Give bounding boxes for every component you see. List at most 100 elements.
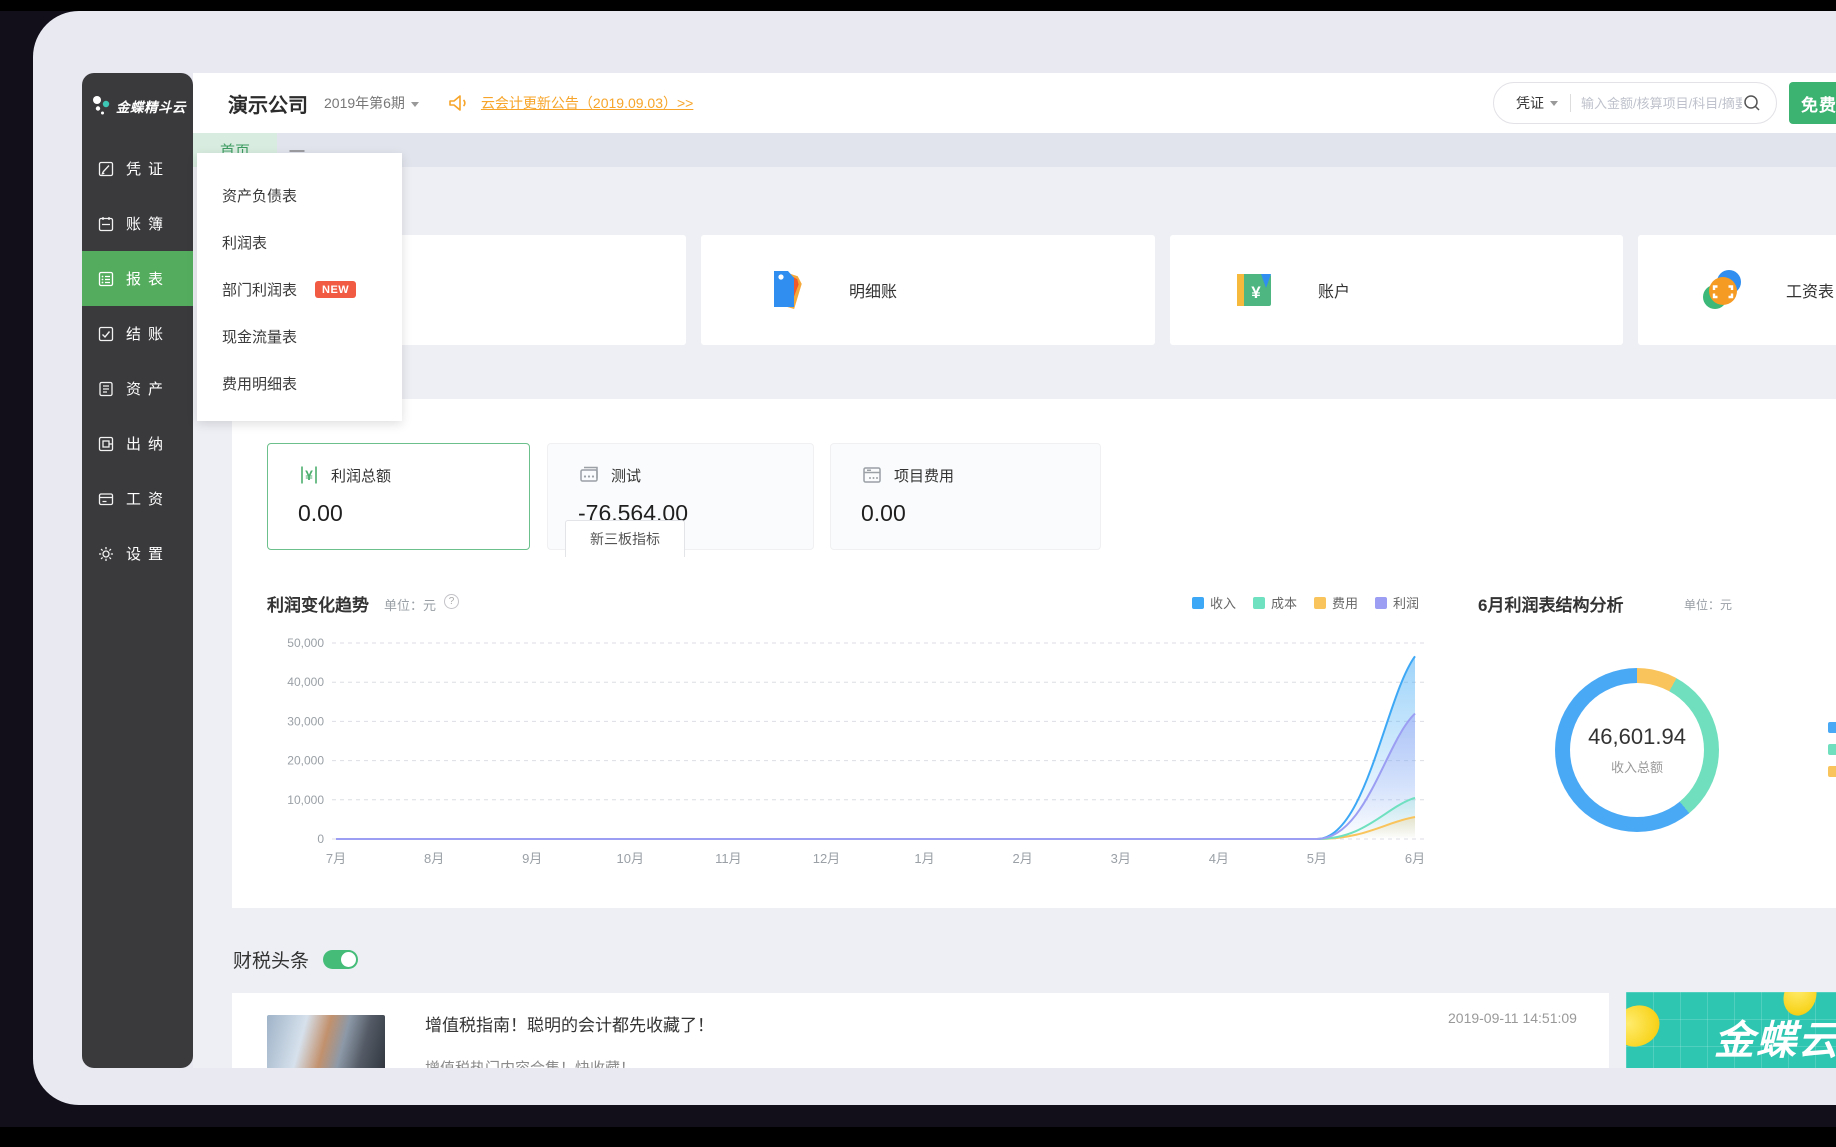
svg-text:3月: 3月: [1111, 851, 1131, 866]
lemon-decoration: [1626, 998, 1666, 1054]
svg-text:12月: 12月: [813, 851, 840, 866]
tab-new-third-board[interactable]: 新三板指标: [565, 520, 685, 557]
app-logo: 金蝶精斗云: [82, 73, 193, 119]
app-screenshot: 金蝶精斗云 凭证 账簿 报表 结账: [0, 0, 1836, 1147]
svg-text:7月: 7月: [326, 851, 346, 866]
legend-swatch: [1253, 597, 1265, 609]
donut-legend-swatch: [1828, 722, 1836, 733]
donut-center-value: 46,601.94: [1588, 724, 1686, 750]
quick-cards-row: 明细账 ¥ 账户: [193, 235, 1836, 345]
sidebar: 金蝶精斗云 凭证 账簿 报表 结账: [82, 73, 193, 1068]
menu-item-cash-flow[interactable]: 现金流量表: [197, 313, 402, 360]
help-icon[interactable]: ?: [444, 594, 459, 609]
profit-total-icon: ¥: [298, 464, 320, 486]
free-trial-button[interactable]: 免费试用: [1789, 82, 1836, 124]
chevron-down-icon[interactable]: [1550, 101, 1558, 106]
donut-legend: [1828, 722, 1836, 777]
svg-text:10,000: 10,000: [287, 793, 324, 807]
chevron-down-icon: [411, 102, 419, 107]
news-thumbnail[interactable]: [267, 1015, 385, 1068]
news-toggle[interactable]: [323, 950, 358, 969]
promo-banner-text: 金蝶云: [1714, 1008, 1836, 1066]
trend-chart-unit: 单位：元: [384, 595, 436, 614]
app-window: 金蝶精斗云 凭证 账簿 报表 结账: [33, 11, 1836, 1105]
sidebar-item-voucher[interactable]: 凭证: [82, 141, 193, 196]
asset-icon: [97, 380, 115, 398]
sidebar-item-salary[interactable]: 工资: [82, 471, 193, 526]
sidebar-item-ledger[interactable]: 账簿: [82, 196, 193, 251]
menu-item-balance-sheet[interactable]: 资产负债表: [197, 172, 402, 219]
news-panel: 增值税指南！聪明的会计都先收藏了！ 增值税热门内容合集！快收藏！ 2019-09…: [232, 993, 1609, 1068]
quick-card-detail-ledger[interactable]: 明细账: [701, 235, 1155, 345]
promo-banner[interactable]: 金蝶云: [1626, 992, 1836, 1068]
news-item-subtitle: 增值税热门内容合集！快收藏！: [425, 1057, 635, 1068]
menu-item-expense-detail[interactable]: 费用明细表: [197, 360, 402, 407]
svg-text:40,000: 40,000: [287, 675, 324, 689]
svg-text:2月: 2月: [1013, 851, 1033, 866]
svg-text:0: 0: [317, 832, 324, 846]
period-selector[interactable]: 2019年第6期: [324, 93, 419, 113]
main-content: 明细账 ¥ 账户: [193, 167, 1836, 1068]
sidebar-item-cashier[interactable]: 出纳: [82, 416, 193, 471]
menu-item-dept-income-statement[interactable]: 部门利润表NEW: [197, 266, 402, 313]
logo-icon: [90, 93, 116, 119]
passbook-icon: ¥: [1227, 263, 1281, 317]
svg-text:8月: 8月: [424, 851, 444, 866]
legend-item-收入[interactable]: 收入: [1192, 593, 1236, 612]
sidebar-item-closing[interactable]: 结账: [82, 306, 193, 361]
new-badge: NEW: [315, 281, 356, 298]
legend-item-费用[interactable]: 费用: [1314, 593, 1358, 612]
svg-text:30,000: 30,000: [287, 714, 324, 728]
svg-text:¥: ¥: [305, 467, 313, 483]
stat-card-project-expense[interactable]: 项目费用 0.00: [830, 443, 1101, 550]
svg-text:5月: 5月: [1307, 851, 1327, 866]
tags-icon: [758, 263, 812, 317]
closing-icon: [97, 325, 115, 343]
news-item-time: 2019-09-11 14:51:09: [1448, 1010, 1577, 1026]
logo-text: 金蝶精斗云: [116, 96, 186, 116]
ledger-icon: [97, 215, 115, 233]
svg-text:1月: 1月: [914, 851, 934, 866]
toggle-knob: [341, 952, 356, 967]
svg-text:10月: 10月: [617, 851, 644, 866]
pie-chart-title: 6月利润表结构分析: [1478, 591, 1623, 616]
stat-card-profit-total[interactable]: ¥ 利润总额 0.00: [267, 443, 530, 550]
cashier-icon: [97, 435, 115, 453]
quick-card-accounts[interactable]: ¥ 账户: [1170, 235, 1623, 345]
announcement-link[interactable]: 云会计更新公告（2019.09.03）>>: [481, 93, 693, 113]
trend-legend: 收入成本费用利润: [1192, 593, 1419, 612]
legend-swatch: [1192, 597, 1204, 609]
svg-text:11月: 11月: [715, 851, 742, 866]
legend-item-成本[interactable]: 成本: [1253, 593, 1297, 612]
quick-card-payroll[interactable]: 工资表: [1638, 235, 1836, 345]
menu-item-income-statement[interactable]: 利润表: [197, 219, 402, 266]
sidebar-item-asset[interactable]: 资产: [82, 361, 193, 416]
svg-text:4月: 4月: [1209, 851, 1229, 866]
svg-text:20,000: 20,000: [287, 754, 324, 768]
news-section-header: 财税头条: [233, 946, 358, 973]
test-metric-icon: [578, 464, 600, 486]
sidebar-item-settings[interactable]: 设置: [82, 526, 193, 581]
project-expense-icon: [861, 464, 883, 486]
svg-text:50,000: 50,000: [287, 636, 324, 650]
trend-chart-title: 利润变化趋势: [267, 591, 369, 616]
company-name: 演示公司: [228, 89, 308, 118]
search-icon[interactable]: [1742, 93, 1762, 113]
search-input[interactable]: [1581, 96, 1742, 111]
donut-legend-swatch: [1828, 766, 1836, 777]
report-icon: [97, 270, 115, 288]
voucher-icon: [97, 160, 115, 178]
scan-icon: [1695, 263, 1749, 317]
topbar: 演示公司 2019年第6期 云会计更新公告（2019.09.03）>> 凭证 免…: [193, 73, 1836, 133]
news-section-title: 财税头条: [233, 946, 309, 973]
news-item-title[interactable]: 增值税指南！聪明的会计都先收藏了！: [425, 1011, 714, 1036]
sidebar-item-report[interactable]: 报表: [82, 251, 193, 306]
legend-swatch: [1314, 597, 1326, 609]
salary-icon: [97, 490, 115, 508]
legend-item-利润[interactable]: 利润: [1375, 593, 1419, 612]
search-category-select[interactable]: 凭证: [1516, 93, 1544, 113]
settings-icon: [97, 545, 115, 563]
divider: [1570, 94, 1571, 112]
sidebar-nav: 凭证 账簿 报表 结账 资产: [82, 141, 193, 581]
announcement-speaker-icon: [447, 93, 469, 113]
